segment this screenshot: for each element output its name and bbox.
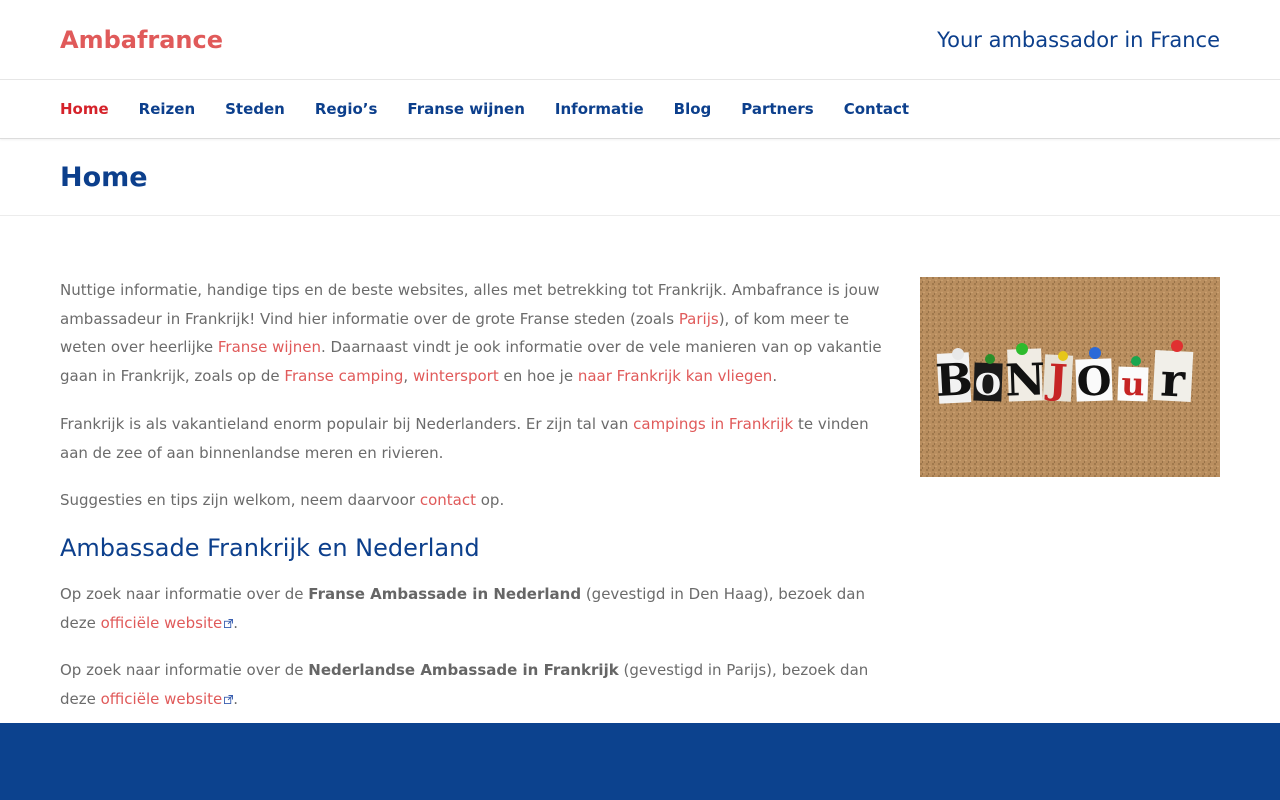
svg-text:O: O: [974, 368, 1001, 404]
link-vliegen[interactable]: naar Frankrijk kan vliegen: [578, 367, 772, 385]
link-franse-camping[interactable]: Franse camping: [284, 367, 403, 385]
embassy-heading: Ambassade Frankrijk en Nederland: [60, 533, 480, 562]
bold-text: Nederlandse Ambassade in Frankrijk: [308, 661, 619, 680]
text: .: [233, 613, 239, 632]
text: Suggesties en tips zijn welkom, neem daa…: [60, 491, 420, 510]
site-footer: [0, 723, 1280, 800]
text: Frankrijk is als vakantieland enorm popu…: [60, 414, 634, 433]
text: .: [772, 367, 778, 386]
nav-item-franse-wijnen[interactable]: Franse wijnen: [407, 100, 524, 118]
site-header: Ambafrance Your ambassador in France: [0, 0, 1280, 80]
link-official-website-nl[interactable]: officiële website: [101, 614, 234, 632]
nav-item-reizen[interactable]: Reizen: [139, 100, 195, 118]
bonjour-image: B O N J O u r: [920, 277, 1220, 477]
nav-item-partners[interactable]: Partners: [741, 100, 813, 118]
link-contact[interactable]: contact: [420, 491, 476, 509]
main-nav: Home Reizen Steden Regio’s Franse wijnen…: [0, 80, 1280, 139]
nav-item-steden[interactable]: Steden: [225, 100, 285, 118]
page-title-bar: Home: [0, 139, 1280, 216]
text: en hoe je: [498, 367, 578, 386]
text: .: [233, 690, 239, 709]
nav-item-informatie[interactable]: Informatie: [555, 100, 644, 118]
link-franse-wijnen[interactable]: Franse wijnen: [218, 338, 321, 356]
text: ,: [403, 367, 413, 386]
text: op.: [475, 491, 505, 510]
link-parijs[interactable]: Parijs: [679, 310, 719, 328]
intro-paragraph-2: Frankrijk is als vakantieland enorm popu…: [60, 410, 892, 467]
link-official-website-fr[interactable]: officiële website: [101, 690, 234, 708]
bold-text: Franse Ambassade in Nederland: [308, 584, 582, 603]
text: Op zoek naar informatie over de: [60, 584, 309, 603]
embassy-paragraph-1: Op zoek naar informatie over de Franse A…: [60, 580, 892, 637]
link-label: officiële website: [100, 690, 223, 709]
svg-text:B: B: [934, 354, 974, 407]
intro-paragraph-3: Suggesties en tips zijn welkom, neem daa…: [60, 486, 892, 515]
svg-text:N: N: [1004, 354, 1046, 406]
site-tagline: Your ambassador in France: [937, 27, 1220, 52]
link-wintersport[interactable]: wintersport: [413, 367, 499, 385]
link-label: officiële website: [100, 613, 223, 632]
page-title: Home: [60, 161, 148, 193]
svg-text:u: u: [1121, 365, 1146, 404]
nav-item-contact[interactable]: Contact: [844, 100, 909, 118]
embassy-paragraph-2: Op zoek naar informatie over de Nederlan…: [60, 656, 892, 713]
external-link-icon: [224, 695, 234, 705]
svg-text:r: r: [1159, 352, 1187, 407]
nav-item-home[interactable]: Home: [60, 100, 109, 118]
site-logo[interactable]: Ambafrance: [60, 26, 223, 54]
nav-item-blog[interactable]: Blog: [674, 100, 712, 118]
main-content: Nuttige informatie, handige tips en de b…: [0, 216, 1280, 721]
nav-item-regios[interactable]: Regio’s: [315, 100, 378, 118]
text: Op zoek naar informatie over de: [60, 661, 309, 680]
link-campings[interactable]: campings in Frankrijk: [633, 415, 793, 433]
article-body: Nuttige informatie, handige tips en de b…: [60, 276, 892, 714]
intro-paragraph-1: Nuttige informatie, handige tips en de b…: [60, 276, 892, 391]
external-link-icon: [224, 618, 234, 628]
svg-text:O: O: [1076, 357, 1112, 405]
